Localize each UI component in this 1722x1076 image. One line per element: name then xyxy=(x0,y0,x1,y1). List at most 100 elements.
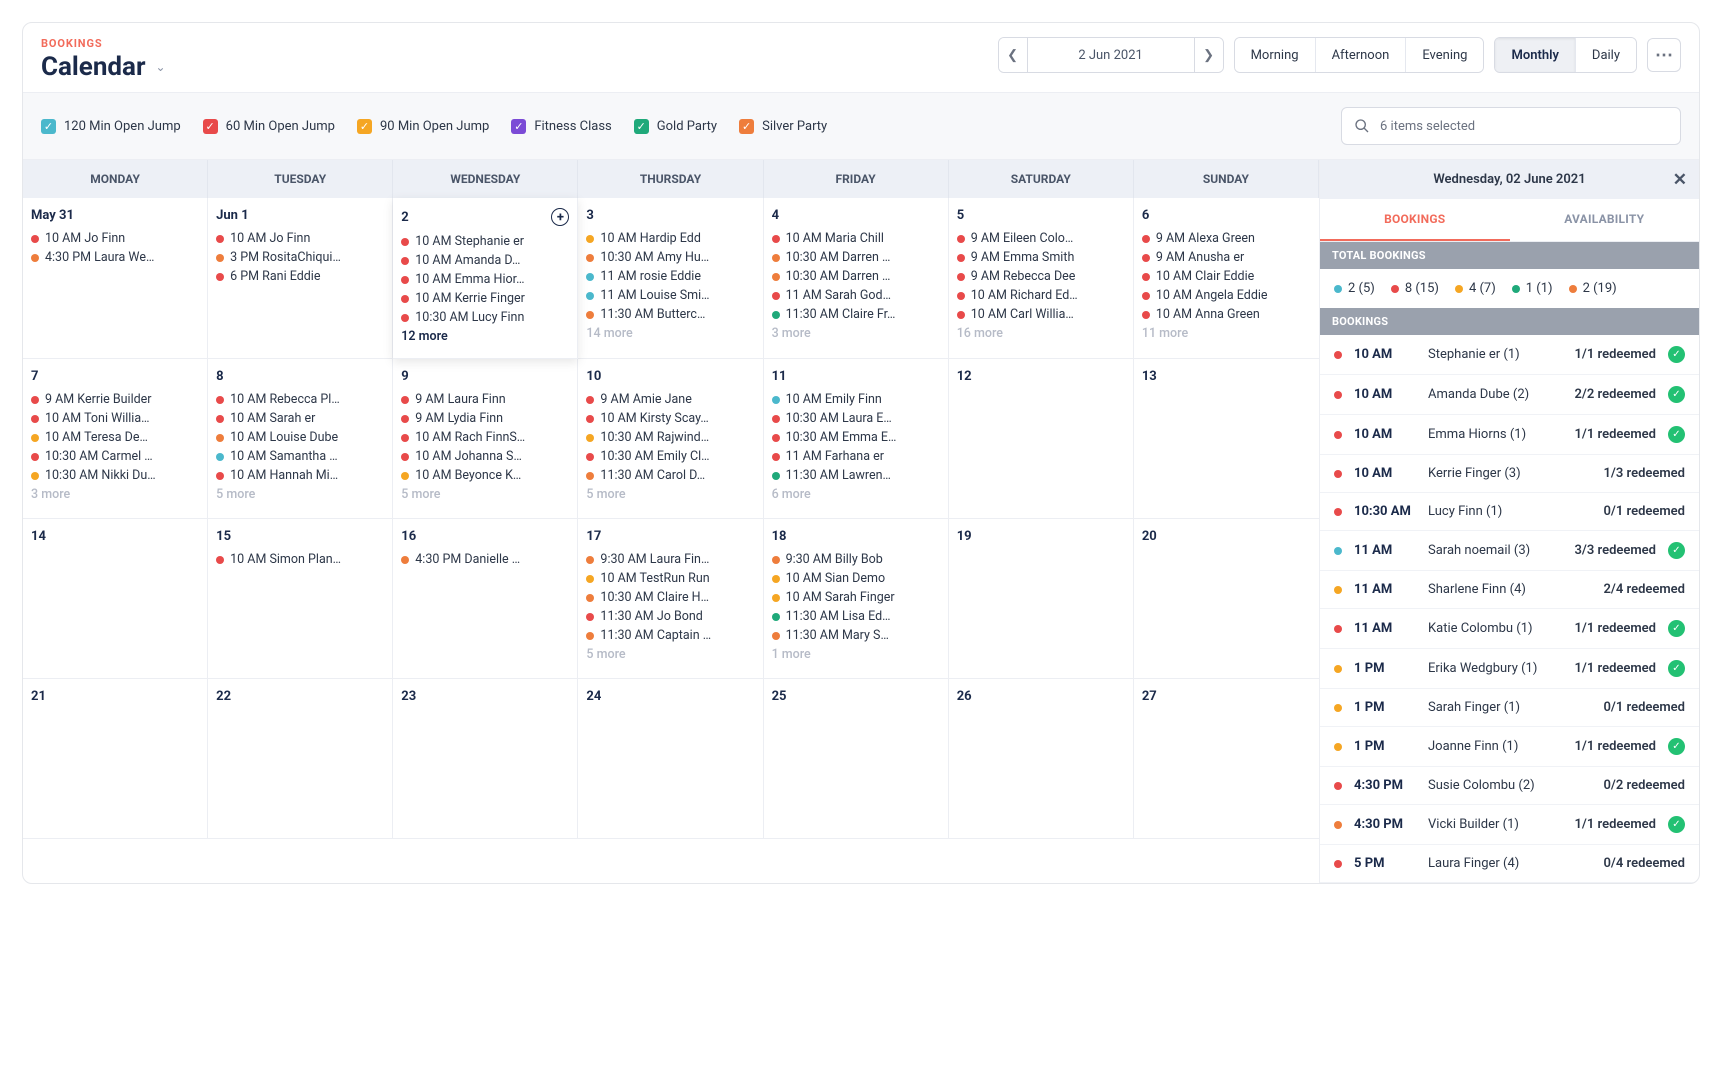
close-icon[interactable]: ✕ xyxy=(1673,170,1687,190)
event[interactable]: 10:30 AM Carmel … xyxy=(31,449,199,464)
booking-row[interactable]: 10 AMKerrie Finger (3)1/3 redeemed xyxy=(1320,455,1699,493)
calendar-cell[interactable]: 25 xyxy=(764,679,949,839)
filter-select[interactable]: 6 items selected xyxy=(1341,107,1681,145)
event[interactable]: 11:30 AM Claire Fr… xyxy=(772,307,940,322)
event[interactable]: 10 AM Toni Willia… xyxy=(31,411,199,426)
event[interactable]: 11:30 AM Butterc… xyxy=(586,307,754,322)
event[interactable]: 9 AM Alexa Green xyxy=(1142,231,1311,246)
booking-row[interactable]: 1 PMErika Wedgbury (1)1/1 redeemed✓ xyxy=(1320,649,1699,689)
calendar-cell[interactable]: 24 xyxy=(578,679,763,839)
calendar-cell[interactable]: May 3110 AM Jo Finn4:30 PM Laura We… xyxy=(23,198,208,359)
event[interactable]: 10 AM Amanda D… xyxy=(401,253,569,268)
booking-row[interactable]: 4:30 PMSusie Colombu (2)0/2 redeemed xyxy=(1320,767,1699,805)
more-link[interactable]: 12 more xyxy=(401,329,569,344)
event[interactable]: 9 AM Laura Finn xyxy=(401,392,569,407)
calendar-cell[interactable]: 69 AM Alexa Green9 AM Anusha er10 AM Cla… xyxy=(1134,198,1319,359)
event[interactable]: 10 AM TestRun Run xyxy=(586,571,754,586)
event[interactable]: 4:30 PM Danielle … xyxy=(401,552,569,567)
event[interactable]: 10 AM Emma Hior… xyxy=(401,272,569,287)
calendar-cell[interactable]: 26 xyxy=(949,679,1134,839)
event[interactable]: 10 AM Emily Finn xyxy=(772,392,940,407)
event[interactable]: 10 AM Sian Demo xyxy=(772,571,940,586)
event[interactable]: 10:30 AM Amy Hu… xyxy=(586,250,754,265)
event[interactable]: 10 AM Louise Dube xyxy=(216,430,384,445)
event[interactable]: 11 AM Sarah God… xyxy=(772,288,940,303)
event[interactable]: 11:30 AM Lisa Ed… xyxy=(772,609,940,624)
more-link[interactable]: 3 more xyxy=(772,326,940,341)
event[interactable]: 10 AM Teresa De… xyxy=(31,430,199,445)
calendar-cell[interactable]: 810 AM Rebecca Pl…10 AM Sarah er10 AM Lo… xyxy=(208,359,393,519)
calendar-cell[interactable]: 13 xyxy=(1134,359,1319,519)
more-link[interactable]: 6 more xyxy=(772,487,940,502)
event[interactable]: 10 AM Angela Eddie xyxy=(1142,288,1311,303)
filter-60-min-open-jump[interactable]: ✓60 Min Open Jump xyxy=(203,119,335,134)
event[interactable]: 10 AM Carl Willia… xyxy=(957,307,1125,322)
booking-row[interactable]: 1 PMSarah Finger (1)0/1 redeemed xyxy=(1320,689,1699,727)
view-monthly[interactable]: Monthly xyxy=(1495,38,1575,72)
event[interactable]: 10 AM Jo Finn xyxy=(31,231,199,246)
event[interactable]: 11:30 AM Jo Bond xyxy=(586,609,754,624)
booking-row[interactable]: 10 AMAmanda Dube (2)2/2 redeemed✓ xyxy=(1320,375,1699,415)
more-link[interactable]: 5 more xyxy=(586,487,754,502)
event[interactable]: 4:30 PM Laura We… xyxy=(31,250,199,265)
event[interactable]: 10 AM Sarah er xyxy=(216,411,384,426)
more-link[interactable]: 11 more xyxy=(1142,326,1311,341)
event[interactable]: 9 AM Lydia Finn xyxy=(401,411,569,426)
calendar-cell[interactable]: 22 xyxy=(208,679,393,839)
view-daily[interactable]: Daily xyxy=(1576,38,1636,72)
add-icon[interactable]: + xyxy=(551,208,569,226)
booking-row[interactable]: 10 AMEmma Hiorns (1)1/1 redeemed✓ xyxy=(1320,415,1699,455)
event[interactable]: 11 AM Farhana er xyxy=(772,449,940,464)
booking-row[interactable]: 11 AMSarah noemail (3)3/3 redeemed✓ xyxy=(1320,531,1699,571)
event[interactable]: 11:30 AM Mary S… xyxy=(772,628,940,643)
event[interactable]: 10 AM Jo Finn xyxy=(216,231,384,246)
booking-row[interactable]: 11 AMSharlene Finn (4)2/4 redeemed xyxy=(1320,571,1699,609)
event[interactable]: 10:30 AM Darren … xyxy=(772,269,940,284)
event[interactable]: 9 AM Amie Jane xyxy=(586,392,754,407)
event[interactable]: 10 AM Beyonce K… xyxy=(401,468,569,483)
more-link[interactable]: 1 more xyxy=(772,647,940,662)
calendar-cell[interactable]: 19 xyxy=(949,519,1134,679)
event[interactable]: 9:30 AM Laura Fin… xyxy=(586,552,754,567)
title-dropdown[interactable]: Calendar ⌄ xyxy=(41,52,166,82)
filter-120-min-open-jump[interactable]: ✓120 Min Open Jump xyxy=(41,119,181,134)
event[interactable]: 9 AM Emma Smith xyxy=(957,250,1125,265)
event[interactable]: 10 AM Hardip Edd xyxy=(586,231,754,246)
event[interactable]: 10:30 AM Nikki Du… xyxy=(31,468,199,483)
calendar-cell[interactable]: 12 xyxy=(949,359,1134,519)
calendar-cell[interactable]: 189:30 AM Billy Bob10 AM Sian Demo10 AM … xyxy=(764,519,949,679)
filter-fitness-class[interactable]: ✓Fitness Class xyxy=(511,119,611,134)
booking-row[interactable]: 10 AMStephanie er (1)1/1 redeemed✓ xyxy=(1320,335,1699,375)
event[interactable]: 6 PM Rani Eddie xyxy=(216,269,384,284)
more-link[interactable]: 16 more xyxy=(957,326,1125,341)
tod-evening[interactable]: Evening xyxy=(1406,38,1483,72)
filter-gold-party[interactable]: ✓Gold Party xyxy=(634,119,717,134)
booking-row[interactable]: 4:30 PMVicki Builder (1)1/1 redeemed✓ xyxy=(1320,805,1699,845)
calendar-cell[interactable]: 20 xyxy=(1134,519,1319,679)
calendar-cell[interactable]: 109 AM Amie Jane10 AM Kirsty Scay…10:30 … xyxy=(578,359,763,519)
calendar-cell[interactable]: 21 xyxy=(23,679,208,839)
more-link[interactable]: 5 more xyxy=(586,647,754,662)
current-date[interactable]: 2 Jun 2021 xyxy=(1027,38,1195,72)
event[interactable]: 9 AM Kerrie Builder xyxy=(31,392,199,407)
tab-availability[interactable]: AVAILABILITY xyxy=(1510,199,1700,241)
event[interactable]: 9 AM Eileen Colo… xyxy=(957,231,1125,246)
tod-morning[interactable]: Morning xyxy=(1235,38,1316,72)
event[interactable]: 10 AM Hannah Mi… xyxy=(216,468,384,483)
event[interactable]: 10 AM Maria Chill xyxy=(772,231,940,246)
event[interactable]: 11 AM Louise Smi… xyxy=(586,288,754,303)
calendar-cell[interactable]: 14 xyxy=(23,519,208,679)
event[interactable]: 10 AM Anna Green xyxy=(1142,307,1311,322)
event[interactable]: 10 AM Stephanie er xyxy=(401,234,569,249)
event[interactable]: 10:30 AM Laura E… xyxy=(772,411,940,426)
prev-date-button[interactable]: ❮ xyxy=(999,38,1027,72)
event[interactable]: 10 AM Sarah Finger xyxy=(772,590,940,605)
event[interactable]: 10:30 AM Lucy Finn xyxy=(401,310,569,325)
more-link[interactable]: 5 more xyxy=(401,487,569,502)
event[interactable]: 10:30 AM Darren … xyxy=(772,250,940,265)
event[interactable]: 10 AM Kerrie Finger xyxy=(401,291,569,306)
tod-afternoon[interactable]: Afternoon xyxy=(1316,38,1407,72)
filter-silver-party[interactable]: ✓Silver Party xyxy=(739,119,827,134)
more-link[interactable]: 5 more xyxy=(216,487,384,502)
event[interactable]: 10 AM Samantha … xyxy=(216,449,384,464)
